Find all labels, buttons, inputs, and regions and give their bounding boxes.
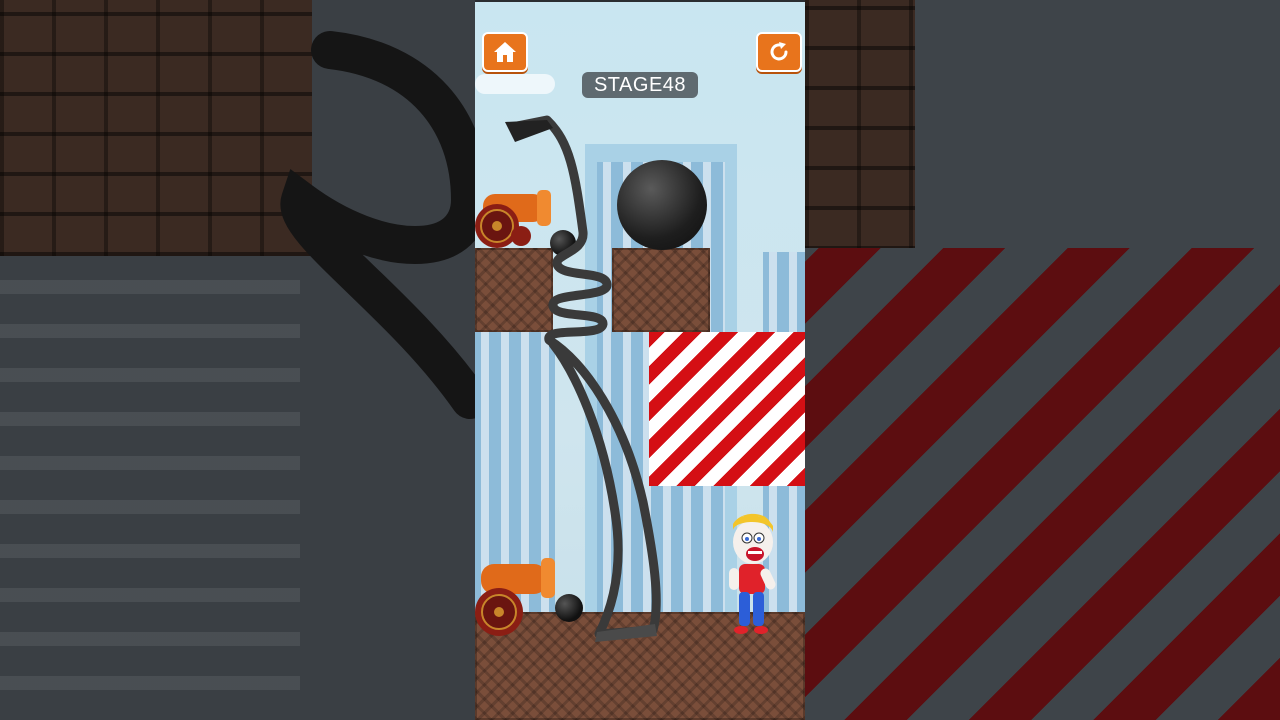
- right-blurred-backdrop: [805, 0, 1280, 720]
- cannon-upper: [475, 190, 551, 248]
- game-viewport[interactable]: STAGE48: [475, 2, 805, 720]
- blurred-brick-block: [805, 0, 915, 250]
- blurred-rope-shape: [280, 31, 475, 419]
- left-blurred-backdrop: [0, 0, 475, 720]
- blurred-hazard-stripes: [805, 248, 1280, 720]
- cannon-lower: [475, 558, 555, 636]
- scared-boy-character: [729, 513, 776, 634]
